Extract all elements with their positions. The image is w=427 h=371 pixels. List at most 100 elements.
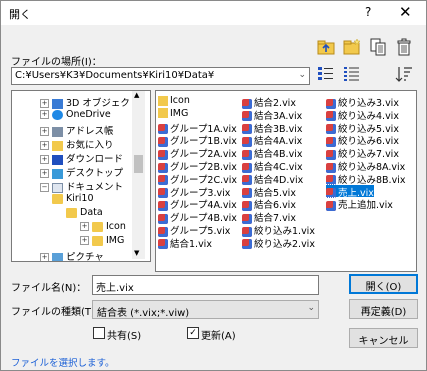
file-item[interactable]: グループ2B.vix <box>158 159 237 173</box>
tree-label: Icon <box>106 221 126 232</box>
file-item[interactable]: 結合3A.vix <box>242 108 302 122</box>
tree-item-pictures[interactable]: + ピクチャ <box>40 249 104 262</box>
file-item[interactable]: 結合2.vix <box>242 95 296 109</box>
file-item[interactable]: 絞り込み4.vix <box>326 108 399 122</box>
update-label: 更新(A) <box>201 331 236 342</box>
chevron-down-icon[interactable]: ⌄ <box>307 303 315 313</box>
tree-label: 3D オブジェクト <box>66 98 140 109</box>
file-item[interactable]: 結合6.vix <box>242 197 296 211</box>
file-item[interactable]: 売上.vix <box>325 183 375 199</box>
tree-item-onedrive[interactable]: + OneDrive <box>40 109 111 122</box>
tree-item-documents[interactable]: − ドキュメント <box>40 179 124 193</box>
scroll-down-icon[interactable]: ▼ <box>134 249 139 257</box>
file-item[interactable]: 絞り込み5.vix <box>326 121 399 135</box>
tree-label: アドレス帳 <box>66 126 114 137</box>
scrollbar-thumb[interactable] <box>134 155 143 173</box>
file-item[interactable]: グループ1A.vix <box>158 121 237 135</box>
new-folder-icon[interactable] <box>343 38 361 56</box>
tree-label: Kiri10 <box>66 193 94 204</box>
large-icons-view-icon[interactable] <box>317 65 335 83</box>
tree-item-address-book[interactable]: + アドレス帳 <box>40 123 114 137</box>
chevron-down-icon[interactable]: ⌄ <box>298 70 306 80</box>
copy-icon[interactable] <box>369 38 387 56</box>
expand-icon[interactable]: + <box>40 127 49 136</box>
file-item[interactable]: 結合4B.vix <box>242 146 302 160</box>
file-item[interactable]: 結合4D.vix <box>242 172 303 186</box>
file-item[interactable]: 結合7.vix <box>242 210 296 224</box>
file-item[interactable]: 売上追加.vix <box>326 197 393 211</box>
file-item[interactable]: グループ4A.vix <box>158 197 237 211</box>
folder-item[interactable]: Icon <box>158 95 190 107</box>
filename-label: ファイル名(N)： <box>11 283 87 294</box>
filename-value: 売上.vix <box>96 283 134 294</box>
file-item[interactable]: 結合5.vix <box>242 185 296 199</box>
file-item[interactable]: 絞り込み8B.vix <box>326 172 405 186</box>
collapse-icon[interactable]: − <box>40 183 49 192</box>
trash-icon[interactable] <box>395 38 413 56</box>
expand-icon[interactable]: + <box>40 141 49 150</box>
filename-input[interactable]: 売上.vix <box>92 275 319 295</box>
location-label: ファイルの場所(I)： <box>11 57 102 68</box>
tree-item-icon[interactable]: + Icon <box>80 221 126 234</box>
location-combobox[interactable]: C:¥Users¥K3¥Documents¥Kiri10¥Data¥ ⌄ <box>11 67 310 85</box>
tree-item-kiri10[interactable]: Kiri10 <box>52 193 94 206</box>
file-item[interactable]: グループ3.vix <box>158 185 230 199</box>
file-item[interactable]: 絞り込み2.vix <box>242 236 315 250</box>
tree-item-data[interactable]: Data <box>66 207 103 220</box>
file-item[interactable]: 結合1.vix <box>158 236 212 250</box>
expand-icon[interactable]: + <box>40 155 49 164</box>
file-list[interactable]: Icon IMG グループ1A.vix グループ1B.vix グループ2A.vix グルー… <box>155 90 417 272</box>
folder-tree[interactable]: +3D オブジェクト + OneDrive + アドレス帳 + お気に入り + ダウンロ… <box>11 90 151 262</box>
list-view-icon[interactable] <box>343 65 361 83</box>
title-bar: 開く ? ✕ <box>1 1 426 25</box>
filetype-label: ファイルの種類(T)： <box>11 307 105 318</box>
tree-item-desktop[interactable]: + デスクトップ <box>40 165 123 179</box>
close-button[interactable]: ✕ <box>399 3 412 21</box>
file-item[interactable]: 結合3B.vix <box>242 121 302 135</box>
file-item[interactable]: グループ2C.vix <box>158 172 237 186</box>
file-item[interactable]: 絞り込み3.vix <box>326 95 399 109</box>
location-path: C:¥Users¥K3¥Documents¥Kiri10¥Data¥ <box>15 70 215 81</box>
expand-icon[interactable]: + <box>80 236 89 245</box>
file-item[interactable]: 絞り込み8A.vix <box>326 159 405 173</box>
file-item[interactable]: 絞り込み1.vix <box>242 223 315 237</box>
file-item[interactable]: 結合4A.vix <box>242 133 302 147</box>
folder-item[interactable]: IMG <box>158 108 188 120</box>
file-name: IMG <box>170 107 189 119</box>
file-name: 絞り込み2.vix <box>254 238 315 250</box>
file-item[interactable]: 絞り込み7.vix <box>326 146 399 160</box>
tree-label: Data <box>80 207 103 218</box>
tree-item-download[interactable]: + ダウンロード <box>40 151 123 165</box>
file-item[interactable]: グループ2A.vix <box>158 146 237 160</box>
expand-icon[interactable]: + <box>40 169 49 178</box>
status-text: ファイルを選択します。 <box>11 358 115 369</box>
update-checkbox[interactable]: ✓ <box>187 327 199 339</box>
redefine-button[interactable]: 再定義(D) <box>349 299 418 319</box>
tree-label: ドキュメント <box>66 182 124 193</box>
tree-item-img[interactable]: + IMG <box>80 235 124 248</box>
open-button[interactable]: 開く(O) <box>349 274 418 294</box>
filetype-select[interactable]: 結合表 (*.vix;*.viw) ⌄ <box>92 300 319 319</box>
file-item[interactable]: 結合4C.vix <box>242 159 303 173</box>
file-item[interactable]: 絞り込み6.vix <box>326 133 399 147</box>
folder-icon <box>158 95 168 106</box>
expand-icon[interactable]: + <box>80 222 89 231</box>
file-item[interactable]: グループ4B.vix <box>158 210 237 224</box>
vix-file-icon <box>158 239 168 250</box>
sort-icon[interactable] <box>395 65 413 83</box>
expand-icon[interactable]: + <box>40 253 49 261</box>
tree-scrollbar[interactable]: ▲ ▼ <box>132 91 145 259</box>
help-button[interactable]: ? <box>365 5 371 19</box>
scroll-up-icon[interactable]: ▲ <box>134 91 139 99</box>
tree-item-favorites[interactable]: + お気に入り <box>40 137 114 151</box>
file-item[interactable]: グループ1B.vix <box>158 133 237 147</box>
cancel-button[interactable]: キャンセル <box>349 328 418 348</box>
folder-up-icon[interactable] <box>317 38 335 56</box>
tree-item-3d-objects[interactable]: +3D オブジェクト <box>40 95 140 109</box>
expand-icon[interactable]: + <box>40 110 49 119</box>
shared-checkbox[interactable] <box>93 327 105 339</box>
expand-icon[interactable]: + <box>40 99 49 108</box>
tree-label: ピクチャ <box>66 252 104 262</box>
tree-label: お気に入り <box>66 140 114 151</box>
file-item[interactable]: グループ5.vix <box>158 223 230 237</box>
